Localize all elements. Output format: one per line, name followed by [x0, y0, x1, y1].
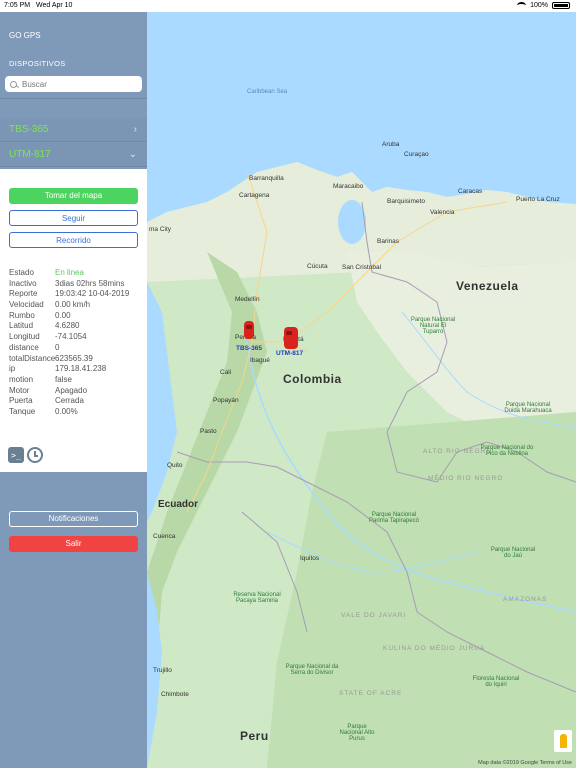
search-input[interactable]: [22, 79, 132, 89]
info-row-reporte: Reporte 19:03:42 10-04-2019: [9, 289, 130, 299]
follow-button[interactable]: Seguir: [9, 210, 138, 226]
info-row-inactivo: Inactivo 3dias 02hrs 58mins: [9, 278, 125, 288]
device-item-utm-817[interactable]: UTM-817 ⌄: [0, 143, 147, 167]
car-icon: [284, 327, 298, 349]
map-label-medio-rio-negro: MÉDIO RIO NEGRO: [428, 475, 504, 482]
info-row-velocidad: Velocidad 0.00 km/h: [9, 300, 91, 310]
map-label-acre: STATE OF ACRE: [339, 690, 403, 697]
map-label-pasto: Pasto: [200, 428, 217, 435]
map-label-cuenca: Cuenca: [153, 533, 176, 540]
status-right: 100%: [517, 2, 570, 9]
chevron-right-icon: ›: [133, 124, 137, 135]
map-attribution[interactable]: Map data ©2019 Google Terms of Use: [478, 760, 572, 766]
map-label-cali: Cali: [220, 369, 232, 376]
map-label-amazonas: AMAZONAS: [503, 596, 548, 603]
status-date: Wed Apr 10: [36, 2, 73, 9]
map-label-cucuta: Cúcuta: [307, 263, 328, 270]
map-label-park-alto-purus: Parque Nacional Alto Purus: [339, 724, 375, 742]
marker-label: UTM-817: [276, 350, 304, 357]
info-row-rumbo: Rumbo 0.00: [9, 310, 71, 320]
chevron-down-icon: ⌄: [128, 149, 137, 160]
map-label-puerto-la-cruz: Puerto La Cruz: [516, 196, 560, 203]
map-label-ibague: Ibagué: [250, 357, 270, 364]
map-label-barranquilla: Barranquilla: [249, 175, 284, 182]
logout-button[interactable]: Salir: [9, 536, 138, 552]
search-box[interactable]: [5, 76, 142, 92]
device-label: TBS-365: [9, 124, 49, 135]
sidebar: GO GPS DISPOSITIVOS TBS-365 › UTM-817 ⌄ …: [0, 12, 147, 768]
device-item-tbs-365[interactable]: TBS-365 ›: [0, 118, 147, 142]
map-label-panama-city: ma City: [149, 226, 172, 233]
map-label-curacao: Curaçao: [404, 151, 429, 158]
street-view-icon[interactable]: [554, 730, 572, 752]
map-label-caribbean: Caribbean Sea: [247, 89, 288, 95]
map-label-barinas: Barinas: [377, 238, 400, 245]
info-row-ip: ip 179.18.41.238: [9, 364, 107, 374]
app-title: GO GPS: [9, 31, 41, 40]
map-label-ecuador: Ecuador: [158, 499, 199, 510]
info-row-motor: Motor Apagado: [9, 385, 88, 395]
tool-icons: >_: [8, 447, 43, 463]
map-label-park-duida-short: Parque Nacional Parima Tapirapecó: [369, 512, 419, 524]
map-label-park-duida: Parque Nacional Duida Marahuaca: [504, 402, 552, 414]
car-icon: [244, 321, 254, 339]
wifi-icon: [517, 2, 527, 9]
map-label-park-iquiri: Floresta Nacional do Iquiri: [472, 676, 520, 688]
map-label-maracaibo: Maracaibo: [333, 183, 364, 190]
map-label-venezuela: Venezuela: [456, 279, 519, 293]
search-icon: [10, 80, 17, 88]
map-label-trujillo: Trujillo: [153, 667, 172, 674]
devices-section-label: DISPOSITIVOS: [9, 59, 66, 68]
device-label: UTM-817: [9, 149, 51, 160]
map-label-valencia: Valencia: [430, 209, 455, 216]
route-button[interactable]: Recorrido: [9, 232, 138, 248]
info-row-puerta: Puerta Cerrada: [9, 396, 84, 406]
info-row-distance: distance 0: [9, 342, 60, 352]
map-label-cartagena: Cartagena: [239, 192, 270, 199]
map-label-iquitos: Iquitos: [300, 555, 320, 562]
map-label-barquisimeto: Barquisimeto: [387, 198, 425, 205]
battery-icon: [552, 2, 570, 9]
vehicle-marker-tbs-365[interactable]: [244, 321, 256, 341]
info-row-tanque: Tanque 0.00%: [9, 406, 78, 416]
status-time: 7:05 PM: [4, 2, 31, 9]
status-value: En linea: [55, 268, 84, 277]
map-label-park-tuparro: Parque Nacional Natural El Tuparro: [410, 317, 456, 335]
map-label-park-neblina: Parque Nacional do Pico da Neblina: [480, 445, 534, 457]
map-label-park-jau: Parque Nacional do Jaú: [490, 547, 536, 559]
map-label-san-cristobal: San Cristobal: [342, 264, 382, 271]
map-label-peru: Peru: [240, 729, 269, 743]
marker-label: TBS-365: [236, 345, 263, 352]
battery-percent: 100%: [530, 2, 548, 9]
status-bar: 7:05 PM Wed Apr 10 100%: [0, 0, 576, 12]
info-row-motion: motion false: [9, 374, 72, 384]
map-label-medellin: Medellín: [235, 296, 260, 303]
map-label-park-serra: Parque Nacional da Serra do Divisor: [285, 664, 339, 676]
info-row-total-distance: totalDistance 623565.39: [9, 353, 93, 363]
device-info-list: Estado En linea Inactivo 3dias 02hrs 58min…: [9, 268, 144, 418]
vehicle-marker-utm-817[interactable]: [284, 327, 298, 349]
terminal-icon[interactable]: >_: [8, 447, 24, 463]
map-label-aruba: Aruba: [382, 141, 400, 148]
map-view[interactable]: Caribbean Sea Aruba Curaçao Barranquilla…: [147, 12, 576, 768]
map-label-caracas: Caracas: [458, 188, 483, 195]
device-detail-panel: Tomar del mapa Seguir Recorrido Estado En…: [0, 169, 147, 472]
map-label-chimbote: Chimbote: [161, 691, 189, 698]
info-row-longitud: Longitud -74.1054: [9, 332, 87, 342]
map-label-park-pacaya: Reserva Nacional Pacaya Samiria: [233, 592, 281, 604]
clock-icon[interactable]: [27, 447, 43, 463]
info-row-estado: Estado En linea: [9, 268, 84, 277]
map-label-kulina: KULINA DO MÉDIO JURUA: [383, 645, 486, 652]
map-terrain: [147, 12, 576, 768]
map-label-colombia: Colombia: [283, 372, 342, 386]
map-label-javari: VALE DO JAVARI: [341, 612, 407, 619]
notifications-button[interactable]: Notificaciones: [9, 511, 138, 527]
map-label-quito: Quito: [167, 462, 183, 469]
info-row-latitud: Latitud 4.6280: [9, 321, 80, 331]
divider: [0, 98, 147, 99]
take-map-button[interactable]: Tomar del mapa: [9, 188, 138, 204]
map-label-popayan: Popayán: [213, 397, 239, 404]
